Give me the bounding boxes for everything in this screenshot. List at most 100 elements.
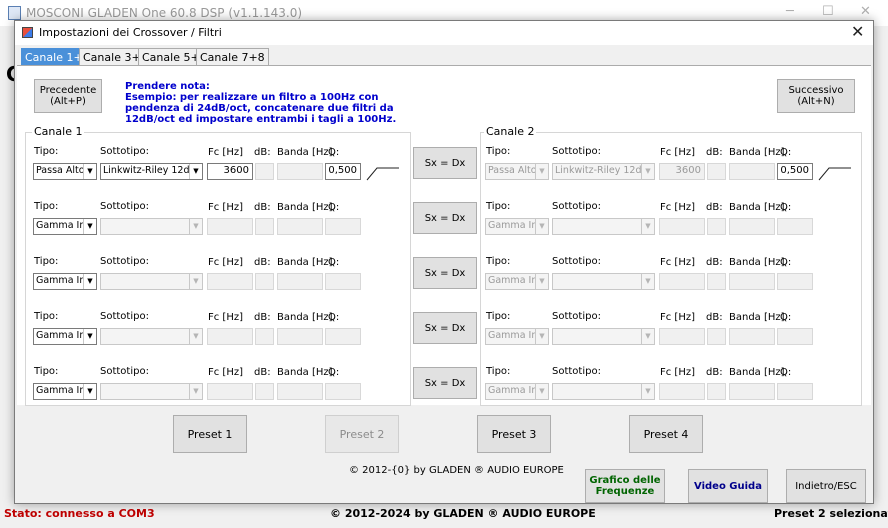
- video-guide-button[interactable]: Video Guida: [688, 469, 768, 503]
- tipo-select[interactable]: Gamma Int ▼: [485, 328, 549, 345]
- copy-left-to-right-button[interactable]: Sx = Dx: [413, 147, 477, 179]
- fc-label: Fc [Hz]: [660, 202, 695, 213]
- tipo-select[interactable]: Passa Alto ▼: [485, 163, 549, 180]
- fc-input[interactable]: [207, 218, 253, 235]
- tipo-label: Tipo:: [34, 311, 59, 322]
- banda-input[interactable]: [277, 218, 323, 235]
- dialog-close-icon[interactable]: ✕: [851, 22, 864, 41]
- db-input[interactable]: [707, 383, 726, 400]
- fc-label: Fc [Hz]: [208, 367, 243, 378]
- channel-left-title: Canale 1: [32, 125, 85, 138]
- tipo-select[interactable]: Gamma Int ▼: [485, 273, 549, 290]
- sottotipo-label: Sottotipo:: [552, 366, 601, 377]
- sottotipo-select[interactable]: ▼: [100, 383, 203, 400]
- sottotipo-label: Sottotipo:: [100, 311, 149, 322]
- copy-left-to-right-button[interactable]: Sx = Dx: [413, 367, 477, 399]
- sottotipo-select[interactable]: ▼: [552, 383, 655, 400]
- copy-left-to-right-button[interactable]: Sx = Dx: [413, 312, 477, 344]
- preset-2-button[interactable]: Preset 2: [325, 415, 399, 453]
- fc-input[interactable]: [207, 383, 253, 400]
- q-label: Q:: [780, 147, 792, 158]
- copy-left-to-right-button[interactable]: Sx = Dx: [413, 257, 477, 289]
- tipo-select[interactable]: Gamma Int ▼: [33, 328, 97, 345]
- fc-input[interactable]: [207, 328, 253, 345]
- tipo-select[interactable]: Gamma Int ▼: [485, 218, 549, 235]
- banda-input[interactable]: [729, 328, 775, 345]
- chevron-down-icon: ▼: [535, 274, 548, 289]
- preset-4-button[interactable]: Preset 4: [629, 415, 703, 453]
- frequency-graph-button[interactable]: Grafico delle Frequenze: [585, 469, 665, 503]
- banda-input[interactable]: [729, 163, 775, 180]
- copy-left-to-right-button[interactable]: Sx = Dx: [413, 202, 477, 234]
- next-button[interactable]: Successivo (Alt+N): [777, 79, 855, 113]
- banda-input[interactable]: [277, 273, 323, 290]
- tab-canale-7-8[interactable]: Canale 7+8: [196, 48, 269, 66]
- tipo-select[interactable]: Gamma Int ▼: [33, 273, 97, 290]
- fc-input[interactable]: 3600: [207, 163, 253, 180]
- banda-input[interactable]: [729, 383, 775, 400]
- tipo-label: Tipo:: [34, 256, 59, 267]
- banda-input[interactable]: [277, 383, 323, 400]
- sottotipo-select[interactable]: Linkwitz-Riley 12dB ▼: [100, 163, 203, 180]
- q-input[interactable]: [325, 328, 361, 345]
- tipo-select[interactable]: Gamma Int ▼: [485, 383, 549, 400]
- banda-input[interactable]: [729, 273, 775, 290]
- banda-input[interactable]: [729, 218, 775, 235]
- sottotipo-select[interactable]: ▼: [100, 273, 203, 290]
- db-input[interactable]: [707, 218, 726, 235]
- q-input[interactable]: [777, 328, 813, 345]
- q-input[interactable]: [325, 218, 361, 235]
- chevron-down-icon: ▼: [535, 164, 548, 179]
- q-label: Q:: [780, 367, 792, 378]
- db-label: dB:: [706, 257, 723, 268]
- status-copyright: © 2012-2024 by GLADEN ® AUDIO EUROPE: [330, 507, 596, 520]
- filter-curve-icon: [818, 167, 851, 181]
- q-input[interactable]: [777, 218, 813, 235]
- sottotipo-select[interactable]: ▼: [552, 328, 655, 345]
- fc-input[interactable]: [659, 218, 705, 235]
- main-window-title: MOSCONI GLADEN One 60.8 DSP (v1.1.143.0): [26, 6, 303, 20]
- sottotipo-select[interactable]: ▼: [552, 218, 655, 235]
- sottotipo-select[interactable]: ▼: [552, 273, 655, 290]
- db-input[interactable]: [707, 328, 726, 345]
- tipo-select[interactable]: Gamma Int ▼: [33, 218, 97, 235]
- db-input[interactable]: [707, 273, 726, 290]
- chevron-down-icon: ▼: [535, 384, 548, 399]
- fc-input[interactable]: 3600: [659, 163, 705, 180]
- close-icon[interactable]: ✕: [860, 4, 871, 19]
- tipo-select[interactable]: Passa Alto ▼: [33, 163, 97, 180]
- q-input[interactable]: [777, 383, 813, 400]
- db-input[interactable]: [255, 328, 274, 345]
- chevron-down-icon: ▼: [189, 384, 202, 399]
- minimize-icon[interactable]: ─: [786, 4, 794, 19]
- tipo-value: Gamma Int: [488, 385, 542, 396]
- q-input[interactable]: 0,500: [325, 163, 361, 180]
- db-input[interactable]: [255, 163, 274, 180]
- maximize-icon[interactable]: ☐: [822, 4, 834, 19]
- sottotipo-select[interactable]: ▼: [100, 218, 203, 235]
- q-input[interactable]: [325, 273, 361, 290]
- q-input[interactable]: 0,500: [777, 163, 813, 180]
- fc-input[interactable]: [207, 273, 253, 290]
- fc-input[interactable]: [659, 383, 705, 400]
- fc-input[interactable]: [659, 328, 705, 345]
- tipo-select[interactable]: Gamma Int ▼: [33, 383, 97, 400]
- preset-1-button[interactable]: Preset 1: [173, 415, 247, 453]
- sottotipo-select[interactable]: ▼: [100, 328, 203, 345]
- preset-3-button[interactable]: Preset 3: [477, 415, 551, 453]
- banda-input[interactable]: [277, 328, 323, 345]
- db-input[interactable]: [707, 163, 726, 180]
- q-input[interactable]: [777, 273, 813, 290]
- banda-label: Banda [Hz]: [277, 312, 333, 323]
- db-input[interactable]: [255, 383, 274, 400]
- app-icon: [8, 6, 21, 20]
- q-input[interactable]: [325, 383, 361, 400]
- sottotipo-select[interactable]: Linkwitz-Riley 12dB ▼: [552, 163, 655, 180]
- fc-input[interactable]: [659, 273, 705, 290]
- db-input[interactable]: [255, 218, 274, 235]
- chevron-down-icon: ▼: [189, 164, 202, 179]
- db-input[interactable]: [255, 273, 274, 290]
- previous-button[interactable]: Precedente (Alt+P): [34, 79, 102, 113]
- banda-input[interactable]: [277, 163, 323, 180]
- back-esc-button[interactable]: Indietro/ESC: [786, 469, 866, 503]
